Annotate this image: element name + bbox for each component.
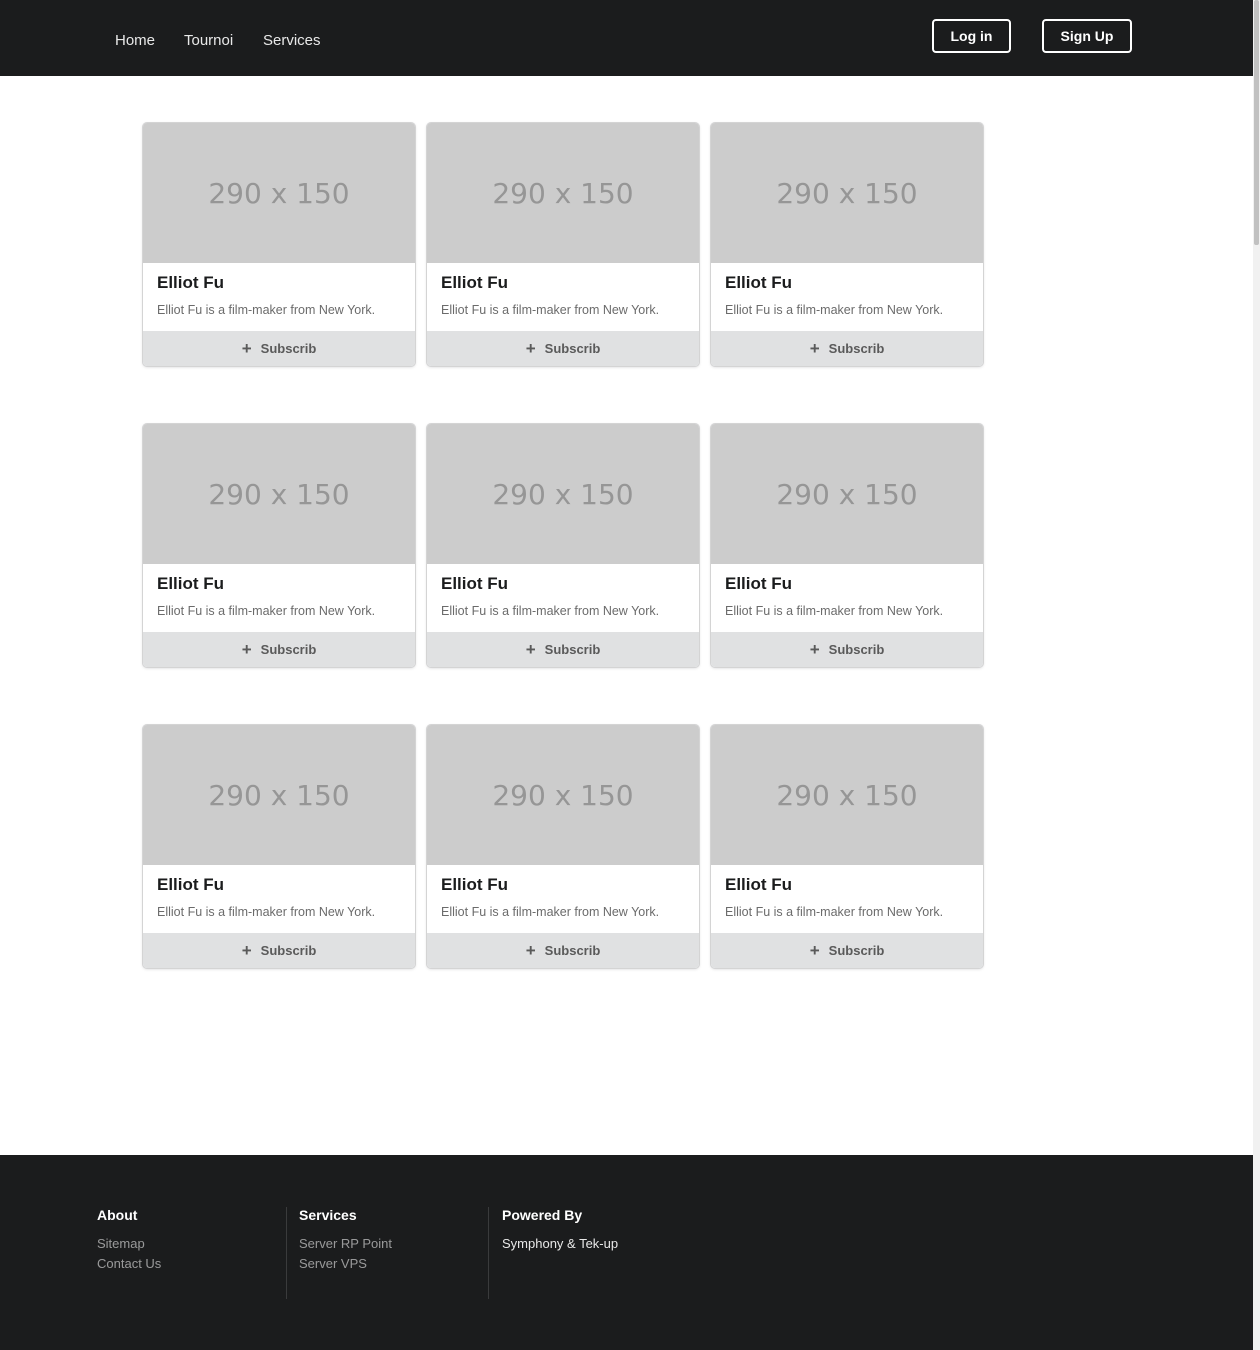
nav-services-link[interactable]: Services: [263, 31, 321, 51]
card-title: Elliot Fu: [157, 574, 225, 593]
plus-icon: +: [809, 339, 820, 358]
subscribe-button[interactable]: + Subscrib: [427, 331, 699, 366]
card-image-placeholder: 290 x 150: [427, 123, 699, 263]
footer-powered-heading: Powered By: [502, 1207, 583, 1223]
card-image-placeholder: 290 x 150: [711, 123, 983, 263]
subscribe-label: Subscrib: [544, 341, 601, 356]
card-title: Elliot Fu: [157, 273, 225, 292]
subscribe-label: Subscrib: [544, 943, 601, 958]
card-image-placeholder: 290 x 150: [711, 725, 983, 865]
subscribe-button[interactable]: + Subscrib: [711, 632, 983, 667]
profile-card: 290 x 150 Elliot Fu Elliot Fu is a film-…: [143, 725, 415, 968]
plus-icon: +: [241, 640, 252, 659]
card-title: Elliot Fu: [725, 875, 793, 894]
card-image-placeholder: 290 x 150: [711, 424, 983, 564]
footer-about-column: About Sitemap Contact Us: [97, 1207, 161, 1274]
subscribe-button[interactable]: + Subscrib: [711, 331, 983, 366]
plus-icon: +: [525, 941, 536, 960]
plus-icon: +: [241, 339, 252, 358]
card-description: Elliot Fu is a film-maker from New York.: [157, 905, 376, 919]
footer-divider: [488, 1207, 489, 1299]
plus-icon: +: [809, 941, 820, 960]
profile-card: 290 x 150 Elliot Fu Elliot Fu is a film-…: [427, 725, 699, 968]
card-title: Elliot Fu: [441, 574, 509, 593]
card-image-placeholder: 290 x 150: [143, 424, 415, 564]
profile-card: 290 x 150 Elliot Fu Elliot Fu is a film-…: [711, 725, 983, 968]
profile-card: 290 x 150 Elliot Fu Elliot Fu is a film-…: [711, 123, 983, 366]
subscribe-label: Subscrib: [260, 943, 317, 958]
subscribe-button[interactable]: + Subscrib: [427, 632, 699, 667]
footer-services-column: Services Server RP Point Server VPS: [299, 1207, 392, 1274]
card-description: Elliot Fu is a film-maker from New York.: [441, 303, 660, 317]
card-image-placeholder: 290 x 150: [427, 725, 699, 865]
footer: About Sitemap Contact Us Services Server…: [0, 1155, 1253, 1350]
card-title: Elliot Fu: [157, 875, 225, 894]
profile-card: 290 x 150 Elliot Fu Elliot Fu is a film-…: [143, 123, 415, 366]
footer-sitemap-link[interactable]: Sitemap: [97, 1234, 161, 1254]
footer-vps-link[interactable]: Server VPS: [299, 1254, 392, 1274]
card-image-placeholder: 290 x 150: [143, 725, 415, 865]
card-title: Elliot Fu: [725, 273, 793, 292]
subscribe-button[interactable]: + Subscrib: [143, 933, 415, 968]
subscribe-label: Subscrib: [544, 642, 601, 657]
login-button[interactable]: Log in: [932, 19, 1011, 53]
profile-card: 290 x 150 Elliot Fu Elliot Fu is a film-…: [427, 424, 699, 667]
footer-powered-column: Powered By Symphony & Tek-up: [502, 1207, 618, 1254]
card-description: Elliot Fu is a film-maker from New York.: [725, 303, 944, 317]
signup-button[interactable]: Sign Up: [1042, 19, 1132, 53]
subscribe-label: Subscrib: [260, 642, 317, 657]
card-description: Elliot Fu is a film-maker from New York.: [725, 604, 944, 618]
nav-tournoi-link[interactable]: Tournoi: [184, 31, 233, 51]
footer-rp-point-link[interactable]: Server RP Point: [299, 1234, 392, 1254]
card-title: Elliot Fu: [441, 875, 509, 894]
subscribe-button[interactable]: + Subscrib: [143, 632, 415, 667]
footer-divider: [286, 1207, 287, 1299]
subscribe-label: Subscrib: [260, 341, 317, 356]
nav-home-link[interactable]: Home: [115, 31, 155, 51]
card-description: Elliot Fu is a film-maker from New York.: [157, 303, 376, 317]
card-description: Elliot Fu is a film-maker from New York.: [441, 905, 660, 919]
plus-icon: +: [525, 640, 536, 659]
card-title: Elliot Fu: [441, 273, 509, 292]
subscribe-label: Subscrib: [828, 642, 885, 657]
scrollbar-thumb[interactable]: [1254, 0, 1259, 245]
subscribe-button[interactable]: + Subscrib: [711, 933, 983, 968]
footer-services-heading: Services: [299, 1207, 357, 1223]
plus-icon: +: [809, 640, 820, 659]
card-description: Elliot Fu is a film-maker from New York.: [441, 604, 660, 618]
footer-powered-text: Symphony & Tek-up: [502, 1236, 619, 1251]
footer-about-heading: About: [97, 1207, 138, 1223]
page: Home Tournoi Services Log in Sign Up 290…: [0, 0, 1253, 1350]
card-image-placeholder: 290 x 150: [143, 123, 415, 263]
subscribe-label: Subscrib: [828, 341, 885, 356]
plus-icon: +: [525, 339, 536, 358]
subscribe-label: Subscrib: [828, 943, 885, 958]
profile-card: 290 x 150 Elliot Fu Elliot Fu is a film-…: [427, 123, 699, 366]
subscribe-button[interactable]: + Subscrib: [427, 933, 699, 968]
card-description: Elliot Fu is a film-maker from New York.: [157, 604, 376, 618]
profile-card: 290 x 150 Elliot Fu Elliot Fu is a film-…: [711, 424, 983, 667]
plus-icon: +: [241, 941, 252, 960]
footer-contact-link[interactable]: Contact Us: [97, 1254, 161, 1274]
card-description: Elliot Fu is a film-maker from New York.: [725, 905, 944, 919]
card-title: Elliot Fu: [725, 574, 793, 593]
top-navbar: Home Tournoi Services Log in Sign Up: [0, 0, 1253, 76]
profile-card: 290 x 150 Elliot Fu Elliot Fu is a film-…: [143, 424, 415, 667]
subscribe-button[interactable]: + Subscrib: [143, 331, 415, 366]
card-image-placeholder: 290 x 150: [427, 424, 699, 564]
